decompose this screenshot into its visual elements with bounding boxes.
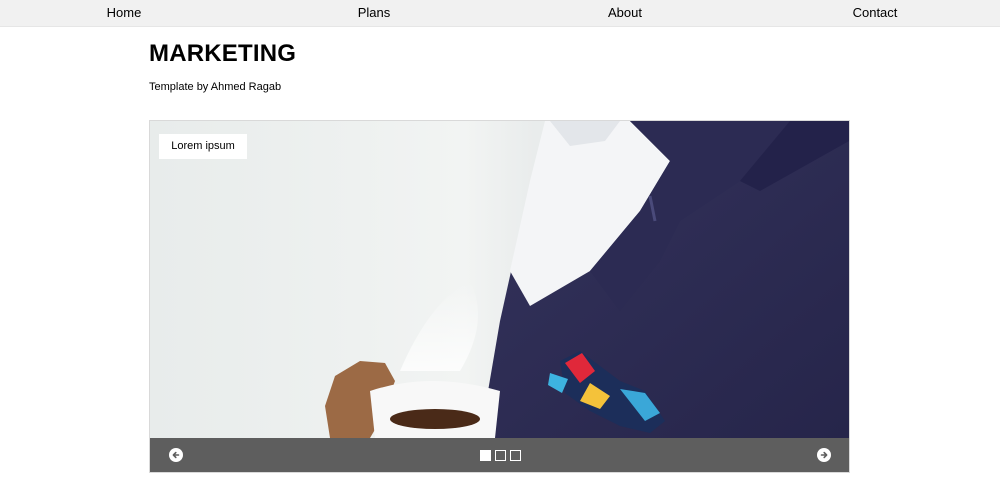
top-navigation: Home Plans About Contact: [0, 0, 1000, 27]
slide-dot-2[interactable]: [495, 450, 506, 461]
slide-image-businessman-coffee: [150, 121, 849, 438]
page-subtitle: Template by Ahmed Ragab: [149, 81, 282, 93]
image-slider: Lorem ipsum: [149, 120, 850, 473]
page-title: MARKETING: [149, 40, 297, 67]
slide-dot-3[interactable]: [510, 450, 521, 461]
nav-plans-link[interactable]: Plans: [314, 5, 434, 20]
nav-home-link[interactable]: Home: [64, 5, 184, 20]
slider-controls-bar: [150, 438, 849, 472]
slide-photo-illustration: [325, 121, 849, 438]
arrow-left-circle-icon: [172, 451, 180, 459]
nav-contact-link[interactable]: Contact: [815, 5, 935, 20]
arrow-right-circle-icon: [820, 451, 828, 459]
previous-slide-button[interactable]: [169, 448, 183, 462]
slide-dot-1[interactable]: [480, 450, 491, 461]
slide-caption: Lorem ipsum: [159, 134, 247, 159]
nav-about-link[interactable]: About: [565, 5, 685, 20]
next-slide-button[interactable]: [817, 448, 831, 462]
